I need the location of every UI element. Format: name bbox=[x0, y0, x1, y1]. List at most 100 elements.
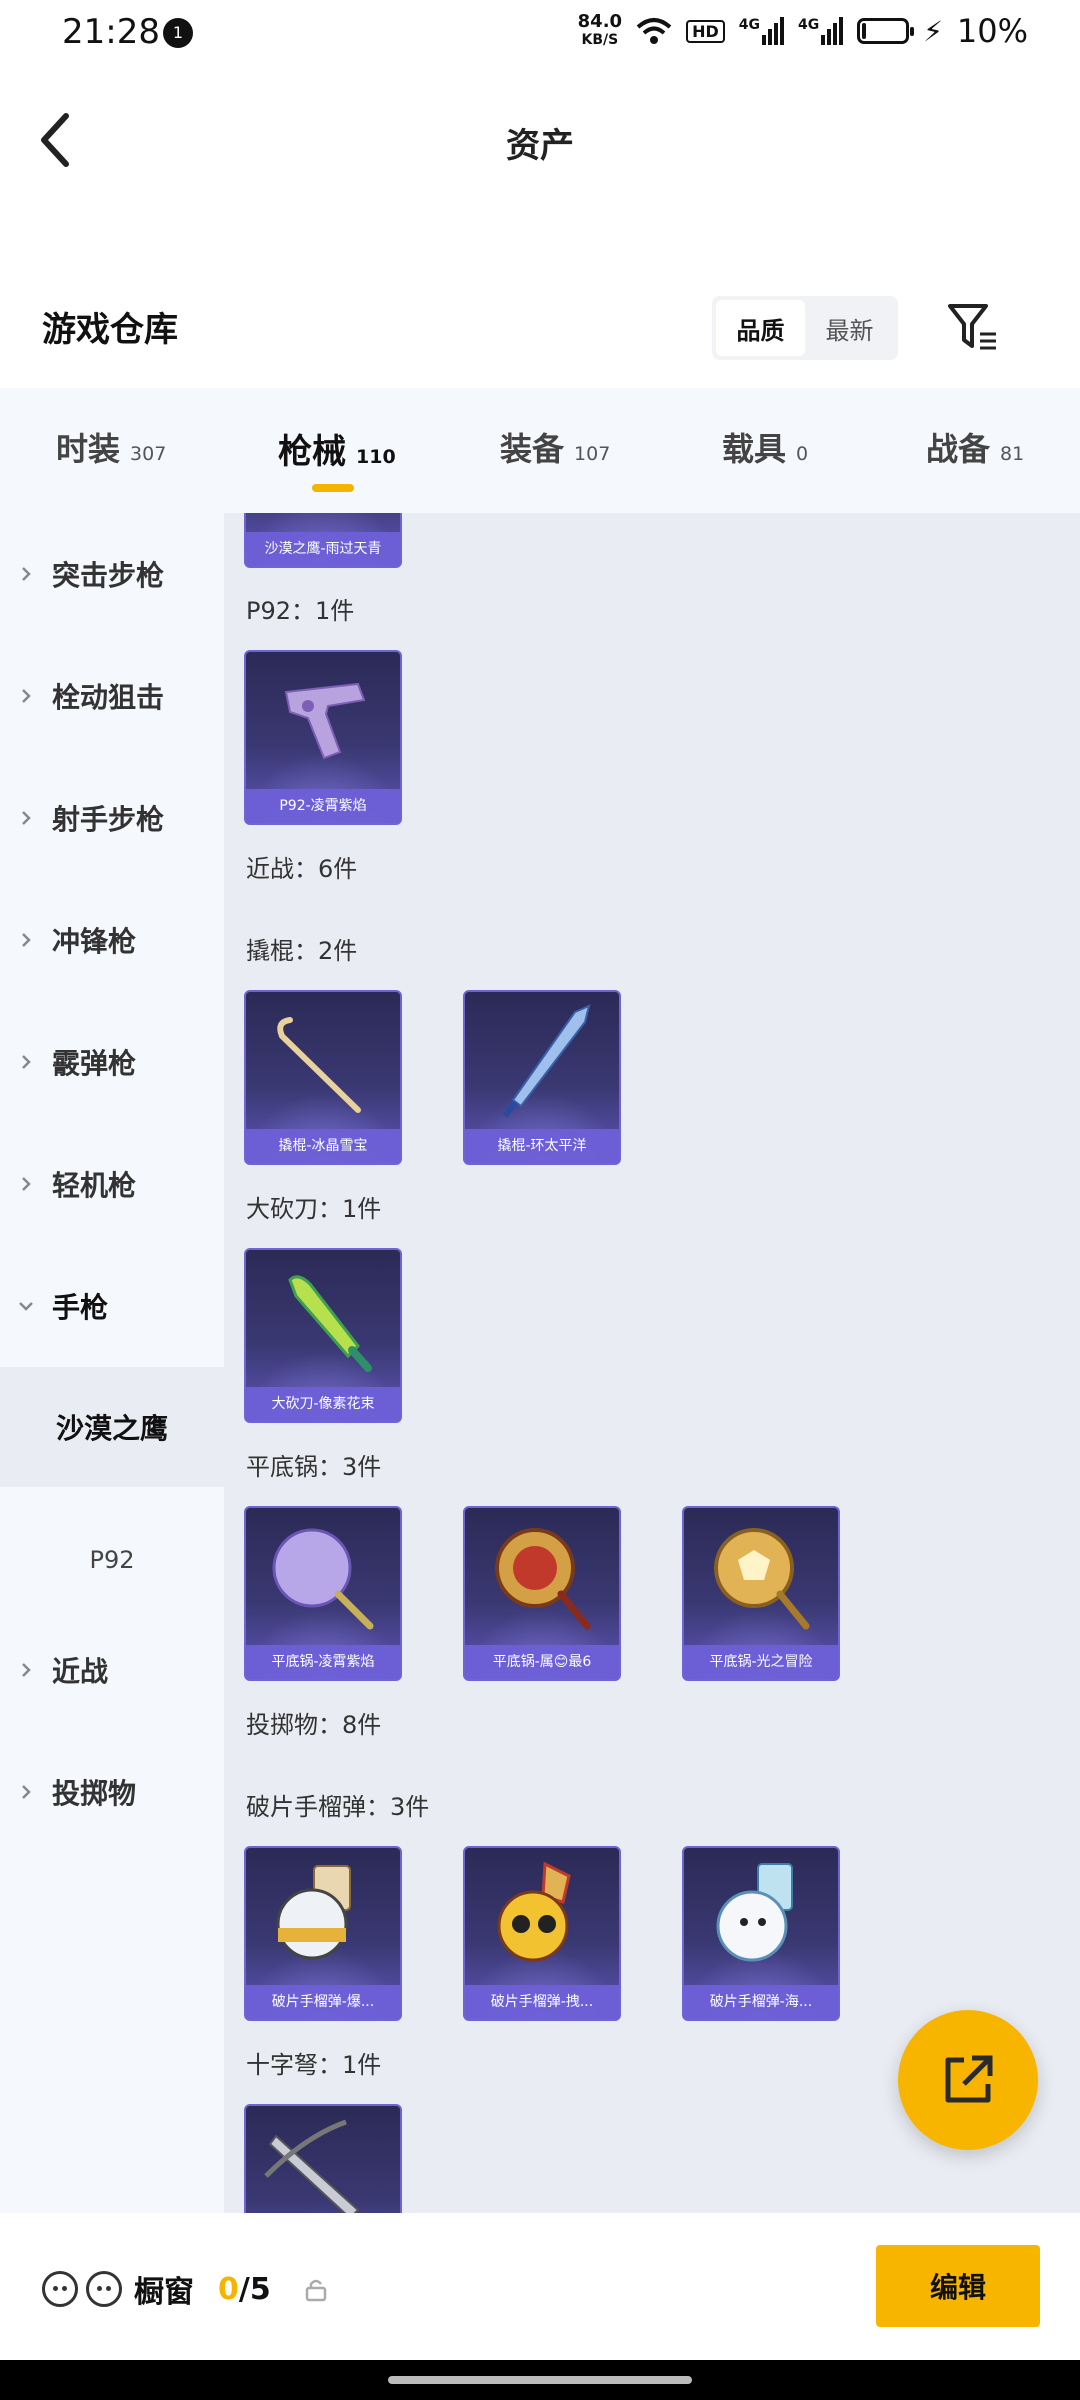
sidebar-item-smg[interactable]: 冲锋枪 bbox=[0, 895, 224, 985]
chevron-right-icon bbox=[22, 1663, 31, 1677]
charging-icon: ⚡ bbox=[923, 14, 943, 48]
item-card-caption: 平底锅-凌霄紫焰 bbox=[246, 1645, 400, 1679]
share-button[interactable] bbox=[898, 2010, 1038, 2150]
sidebar-subitem-p92[interactable]: P92 bbox=[0, 1515, 224, 1605]
group-header: 平底锅：3件 bbox=[246, 1453, 382, 1481]
item-card[interactable]: 破片手榴弹-拽... bbox=[463, 1846, 621, 2021]
crossbow-art bbox=[264, 2119, 360, 2213]
item-card-caption: 破片手榴弹-爆... bbox=[246, 1985, 400, 2019]
signal-icon-1: 4G bbox=[739, 17, 784, 45]
sidebar-item-label: 射手步枪 bbox=[52, 803, 165, 836]
sword-art bbox=[502, 1004, 591, 1118]
home-gesture-handle[interactable] bbox=[388, 2376, 692, 2384]
status-bar: 21:28 1 84.0 KB/S HD 4G 4G ⚡ 10% bbox=[0, 0, 1080, 70]
pan-art bbox=[714, 1528, 810, 1630]
filter-button[interactable] bbox=[944, 300, 1000, 356]
sidebar-item-shotgun[interactable]: 霰弹枪 bbox=[0, 1017, 224, 1107]
battery-fill bbox=[862, 23, 867, 39]
item-card[interactable]: 平底锅-光之冒险 bbox=[682, 1506, 840, 1681]
tab-firearms[interactable]: 枪械 110 bbox=[278, 424, 396, 473]
item-card[interactable]: 破片手榴弹-爆... bbox=[244, 1846, 402, 2021]
item-card-caption: 平底锅-属😊最6 bbox=[465, 1645, 619, 1679]
filter-icon bbox=[948, 304, 996, 350]
sidebar-item-assault-rifle[interactable]: 突击步枪 bbox=[0, 529, 224, 619]
sidebar-item-marksman-rifle[interactable]: 射手步枪 bbox=[0, 773, 224, 863]
tab-label: 枪械 bbox=[278, 432, 346, 472]
tab-count: 107 bbox=[574, 443, 611, 465]
bottom-bar: 橱窗 0/5 编辑 bbox=[0, 2213, 1080, 2360]
signal-label-2: 4G bbox=[797, 17, 820, 33]
net-speed-value: 84.0 bbox=[577, 11, 623, 32]
item-card-caption: 平底锅-光之冒险 bbox=[684, 1645, 838, 1679]
sidebar-item-label: 栓动狙击 bbox=[52, 681, 165, 714]
tab-count: 0 bbox=[796, 443, 809, 465]
grenade-art bbox=[276, 1865, 351, 1960]
group-header: 近战：6件 bbox=[246, 855, 358, 883]
lock-icon bbox=[305, 2279, 326, 2302]
status-icons: 84.0 KB/S HD 4G 4G ⚡ 10% bbox=[578, 12, 1028, 50]
sidebar-subitem-desert-eagle[interactable]: 沙漠之鹰 bbox=[0, 1367, 224, 1487]
tab-label: 装备 bbox=[500, 430, 565, 468]
tab-count: 307 bbox=[130, 443, 167, 465]
sidebar-item-label: 投掷物 bbox=[52, 1777, 137, 1810]
battery-percent: 10% bbox=[956, 12, 1028, 50]
tab-count: 81 bbox=[1000, 443, 1025, 465]
sidebar-item-label: 近战 bbox=[52, 1655, 109, 1688]
item-card[interactable]: 破片手榴弹-海... bbox=[682, 1846, 840, 2021]
signal-label-1: 4G bbox=[738, 17, 760, 33]
item-card[interactable]: 大砍刀-像素花束 bbox=[244, 1248, 402, 1423]
category-tabs: 时装 307 枪械 110 装备 107 载具 0 战备 81 bbox=[0, 388, 1080, 513]
page-title: 资产 bbox=[506, 126, 574, 166]
sidebar-item-bolt-sniper[interactable]: 栓动狙击 bbox=[0, 651, 224, 741]
item-card[interactable]: 撬棍-环太平洋 bbox=[463, 990, 621, 1165]
chevron-right-icon bbox=[22, 933, 31, 947]
showcase-count-total: /5 bbox=[238, 2271, 271, 2307]
grenade-art bbox=[716, 1863, 793, 1962]
item-card-caption: 破片手榴弹-海... bbox=[684, 1985, 838, 2019]
tab-vehicles[interactable]: 载具 0 bbox=[722, 424, 808, 470]
status-time: 21:28 bbox=[62, 12, 160, 52]
sidebar-item-label: 手枪 bbox=[52, 1291, 109, 1324]
chevron-right-icon bbox=[22, 1785, 31, 1799]
showcase-count-current: 0 bbox=[218, 2271, 239, 2307]
tab-supplies[interactable]: 战备 81 bbox=[926, 424, 1024, 470]
tab-fashion[interactable]: 时装 307 bbox=[56, 424, 166, 470]
item-card[interactable]: 撬棍-冰晶雪宝 bbox=[244, 990, 402, 1165]
sidebar-item-label: 冲锋枪 bbox=[52, 925, 137, 958]
sidebar-item-lmg[interactable]: 轻机枪 bbox=[0, 1139, 224, 1229]
item-grid: 沙漠之鹰-雨过天青 P92：1件 P92-凌霄紫焰 近战：6件 撬棍：2件 撬棍… bbox=[224, 513, 1080, 2213]
item-card[interactable]: P92-凌霄紫焰 bbox=[244, 650, 402, 825]
showcase-count: 0/5 bbox=[218, 2272, 271, 2307]
item-card[interactable]: 平底锅-凌霄紫焰 bbox=[244, 1506, 402, 1681]
weapon-type-sidebar: 突击步枪 栓动狙击 射手步枪 冲锋枪 霰弹枪 轻机枪 手枪 沙漠之鹰 P92 近… bbox=[0, 513, 224, 2213]
tab-label: 时装 bbox=[56, 430, 121, 468]
group-header: 大砍刀：1件 bbox=[246, 1195, 382, 1223]
sort-latest-button[interactable]: 最新 bbox=[805, 300, 894, 356]
group-header: 破片手榴弹：3件 bbox=[246, 1793, 430, 1821]
pan-art bbox=[495, 1528, 591, 1630]
mascot-icon bbox=[42, 2271, 78, 2307]
sidebar-item-label: 突击步枪 bbox=[52, 559, 165, 592]
item-card-caption: P92-凌霄紫焰 bbox=[246, 789, 400, 823]
chevron-right-icon bbox=[22, 1177, 31, 1191]
item-card-desert-eagle[interactable]: 沙漠之鹰-雨过天青 bbox=[244, 513, 402, 568]
sidebar-item-pistol[interactable]: 手枪 bbox=[0, 1261, 224, 1351]
showcase-label: 橱窗 bbox=[134, 2275, 194, 2310]
sidebar-item-melee[interactable]: 近战 bbox=[0, 1625, 224, 1715]
item-card-crossbow[interactable] bbox=[244, 2104, 402, 2213]
sidebar-item-throwables[interactable]: 投掷物 bbox=[0, 1747, 224, 1837]
section-title: 游戏仓库 bbox=[42, 310, 178, 350]
crowbar-art bbox=[277, 1017, 361, 1113]
sort-toggle: 品质 最新 bbox=[712, 296, 898, 360]
item-card-caption: 撬棍-环太平洋 bbox=[465, 1129, 619, 1163]
edit-button[interactable]: 编辑 bbox=[876, 2245, 1040, 2327]
item-card[interactable]: 平底锅-属😊最6 bbox=[463, 1506, 621, 1681]
tab-count: 110 bbox=[356, 446, 396, 468]
sort-quality-button[interactable]: 品质 bbox=[716, 300, 805, 356]
hd-icon: HD bbox=[686, 19, 725, 43]
net-speed-unit: KB/S bbox=[581, 32, 619, 48]
signal-icon-2: 4G bbox=[797, 17, 844, 45]
group-header: 十字弩：1件 bbox=[246, 2051, 382, 2079]
external-link-icon bbox=[945, 2055, 993, 2103]
tab-equipment[interactable]: 装备 107 bbox=[500, 424, 610, 470]
